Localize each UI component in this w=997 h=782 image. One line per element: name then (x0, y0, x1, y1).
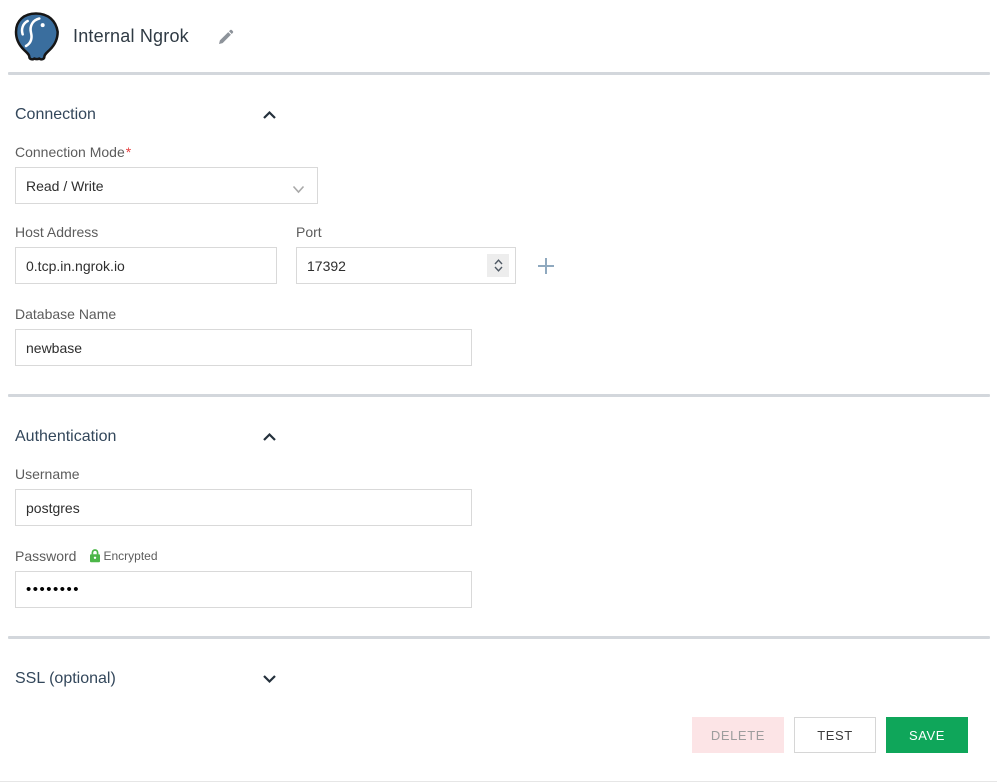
connection-mode-select[interactable]: Read / Write (15, 167, 318, 204)
section-header-authentication[interactable]: Authentication (15, 428, 277, 446)
field-port: Port (296, 224, 516, 284)
test-button[interactable]: TEST (794, 717, 876, 753)
section-title-connection: Connection (15, 106, 96, 123)
password-input[interactable] (15, 571, 472, 608)
section-header-connection[interactable]: Connection (15, 106, 277, 124)
connection-mode-label-text: Connection Mode (15, 144, 125, 160)
port-label: Port (296, 224, 322, 240)
delete-button[interactable]: DELETE (691, 717, 784, 753)
add-host-plus-icon[interactable] (536, 256, 556, 276)
database-input[interactable] (15, 329, 472, 366)
chevron-up-icon[interactable] (262, 432, 277, 442)
required-asterisk: * (125, 144, 132, 160)
database-label: Database Name (15, 306, 117, 322)
page-header: Internal Ngrok (0, 0, 997, 72)
username-input[interactable] (15, 489, 472, 526)
chevron-up-icon[interactable] (262, 110, 277, 120)
section-header-ssl[interactable]: SSL (optional) (15, 670, 277, 688)
connection-mode-selected-value: Read / Write (26, 177, 104, 194)
username-label: Username (15, 466, 80, 482)
section-divider (8, 394, 990, 397)
section-title-ssl: SSL (optional) (15, 670, 116, 687)
connection-settings-page: Internal Ngrok Connection Connection Mod… (0, 0, 997, 782)
page-title: Internal Ngrok (73, 25, 189, 46)
lock-icon (90, 549, 101, 563)
password-label-row: Password Encrypted (15, 548, 982, 564)
encrypted-badge: Encrypted (89, 549, 158, 563)
field-username: Username (15, 466, 982, 526)
password-label: Password (15, 548, 77, 564)
header-divider (8, 72, 990, 75)
number-stepper-icon[interactable] (487, 254, 509, 277)
postgresql-logo-icon (10, 11, 62, 61)
chevron-down-icon (292, 181, 305, 199)
form-content: Connection Connection Mode * Read / Write… (0, 106, 997, 753)
connection-mode-label: Connection Mode * (15, 144, 982, 160)
encrypted-badge-text: Encrypted (103, 549, 158, 563)
action-button-row: DELETE TEST SAVE (15, 717, 968, 753)
port-input[interactable] (296, 247, 516, 284)
field-database: Database Name (15, 306, 982, 366)
host-port-row: Host Address Port (15, 224, 982, 284)
pencil-edit-icon[interactable] (217, 29, 234, 46)
port-input-wrap (296, 247, 516, 284)
field-host: Host Address (15, 224, 277, 284)
field-connection-mode: Connection Mode * Read / Write (15, 144, 982, 204)
field-password: Password Encrypted (15, 548, 982, 608)
section-divider (8, 636, 990, 639)
chevron-down-icon[interactable] (262, 674, 277, 684)
host-input[interactable] (15, 247, 277, 284)
host-label: Host Address (15, 224, 99, 240)
save-button[interactable]: SAVE (886, 717, 968, 753)
section-title-authentication: Authentication (15, 428, 117, 445)
